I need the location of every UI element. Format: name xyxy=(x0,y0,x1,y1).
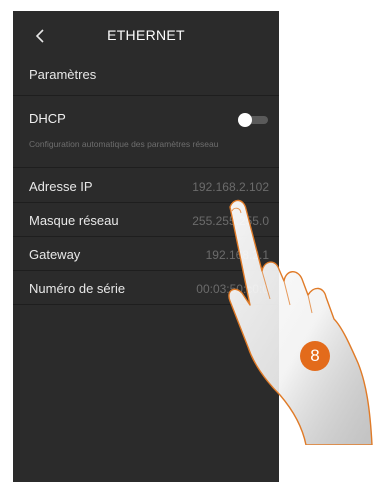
dhcp-description: Configuration automatique des paramètres… xyxy=(29,139,219,149)
page-title: ETHERNET xyxy=(107,27,185,43)
toggle-knob xyxy=(238,113,252,127)
field-label: Gateway xyxy=(29,247,81,262)
section-title: Paramètres xyxy=(29,67,97,82)
field-label: Adresse IP xyxy=(29,179,93,194)
dhcp-toggle[interactable] xyxy=(238,113,270,127)
header-bar: ETHERNET xyxy=(13,11,279,61)
dhcp-label: DHCP xyxy=(29,111,66,126)
hand-pointer-icon xyxy=(228,199,373,445)
field-value: 192.168.2.102 xyxy=(192,180,269,194)
divider xyxy=(13,95,279,96)
divider xyxy=(13,167,279,168)
field-label: Numéro de série xyxy=(29,281,126,296)
field-label: Masque réseau xyxy=(29,213,119,228)
step-number-badge: 8 xyxy=(300,341,330,371)
